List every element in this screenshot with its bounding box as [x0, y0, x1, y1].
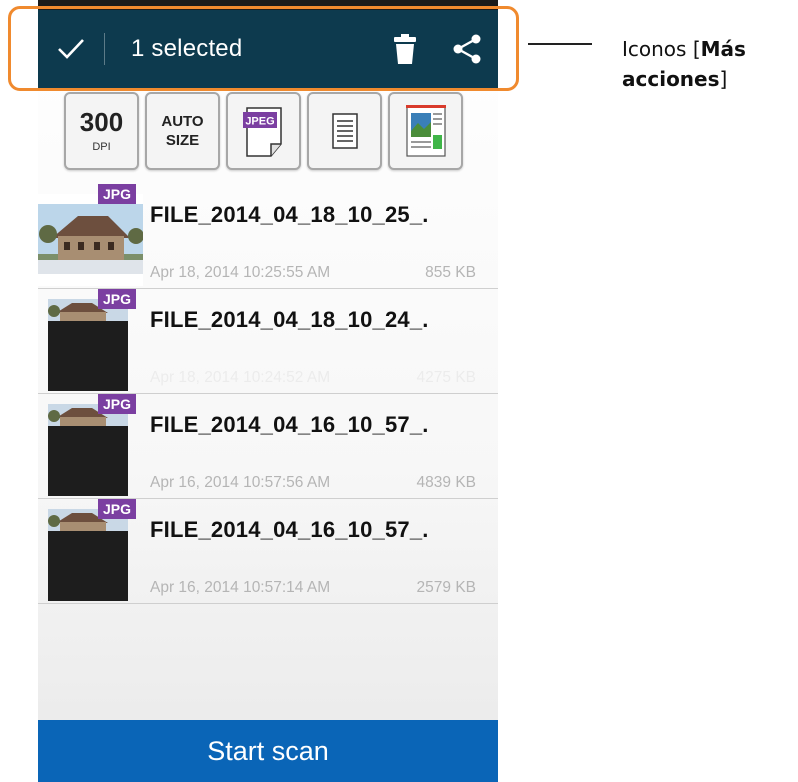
- file-size: 855 KB: [425, 264, 476, 281]
- dark-scan-icon: [48, 404, 128, 496]
- jpg-badge: JPG: [98, 289, 137, 309]
- file-meta: Apr 16, 2014 10:57:56 AM 4839 KB: [150, 474, 476, 492]
- jpg-badge: JPG: [98, 499, 137, 519]
- file-thumbnail: [38, 404, 143, 496]
- highlight-box: [8, 6, 519, 91]
- callout-prefix: Iconos [: [622, 37, 701, 61]
- jpg-badge: JPG: [98, 184, 137, 204]
- callout-bold-2: acciones: [622, 67, 720, 91]
- callout-bold-1: Más: [700, 37, 746, 61]
- document-lines-icon: [331, 113, 358, 149]
- jpeg-file-icon: JPEG: [242, 107, 282, 157]
- file-meta: Apr 18, 2014 10:25:55 AM 855 KB: [150, 264, 476, 282]
- dpi-value: 300: [79, 107, 124, 137]
- dark-scan-icon: [48, 509, 128, 601]
- file-name: FILE_2014_04_18_10_25_.: [150, 202, 429, 227]
- file-date: Apr 16, 2014 10:57:56 AM: [150, 474, 331, 491]
- file-name: FILE_2014_04_18_10_24_.: [150, 307, 429, 332]
- callout-leader-line: [528, 43, 592, 45]
- resolution-button[interactable]: 300 DPI: [64, 92, 139, 170]
- file-thumbnail: [38, 509, 143, 601]
- file-format-button[interactable]: JPEG: [226, 92, 301, 170]
- scan-settings-toolbar: 300 DPI AUTO SIZE JPEG: [64, 92, 463, 176]
- phone-screen: 1 selected 300 DPI AUTO SIZE JPEG JPG FI…: [38, 0, 498, 782]
- callout-suffix: ]: [719, 67, 728, 91]
- house-photo-icon: [38, 194, 143, 286]
- start-scan-label: Start scan: [207, 735, 329, 766]
- auto-size-line2: SIZE: [165, 132, 200, 149]
- file-row[interactable]: JPG FILE_2014_04_18_10_25_. Apr 18, 2014…: [38, 184, 498, 289]
- jpeg-label: JPEG: [245, 116, 274, 128]
- file-date: Apr 16, 2014 10:57:14 AM: [150, 579, 331, 596]
- jpg-badge: JPG: [98, 394, 137, 414]
- color-mode-button[interactable]: [388, 92, 463, 170]
- file-name: FILE_2014_04_16_10_57_.: [150, 517, 429, 542]
- file-date: Apr 18, 2014 10:24:52 AM: [150, 369, 331, 386]
- file-meta: Apr 18, 2014 10:24:52 AM 4275 KB: [150, 369, 476, 387]
- auto-size-line1: AUTO: [161, 113, 204, 130]
- dark-scan-icon: [48, 299, 128, 391]
- file-row[interactable]: JPG FILE_2014_04_18_10_24_. Apr 18, 2014…: [38, 289, 498, 394]
- file-row[interactable]: JPG FILE_2014_04_16_10_57_. Apr 16, 2014…: [38, 499, 498, 604]
- dpi-label: DPI: [92, 141, 111, 153]
- file-size: 4839 KB: [416, 474, 476, 491]
- paper-size-button[interactable]: AUTO SIZE: [145, 92, 220, 170]
- file-size: 4275 KB: [416, 369, 476, 386]
- file-thumbnail: [38, 299, 143, 391]
- file-name: FILE_2014_04_16_10_57_.: [150, 412, 429, 437]
- callout-text: Iconos [Más acciones]: [622, 34, 798, 94]
- file-meta: Apr 16, 2014 10:57:14 AM 2579 KB: [150, 579, 476, 597]
- file-thumbnail: [38, 194, 143, 286]
- start-scan-button[interactable]: Start scan: [38, 720, 498, 782]
- document-type-button[interactable]: [307, 92, 382, 170]
- file-date: Apr 18, 2014 10:25:55 AM: [150, 264, 331, 281]
- file-list: JPG FILE_2014_04_18_10_25_. Apr 18, 2014…: [38, 184, 498, 604]
- color-page-icon: [405, 105, 446, 157]
- file-row[interactable]: JPG FILE_2014_04_16_10_57_. Apr 16, 2014…: [38, 394, 498, 499]
- file-size: 2579 KB: [416, 579, 476, 596]
